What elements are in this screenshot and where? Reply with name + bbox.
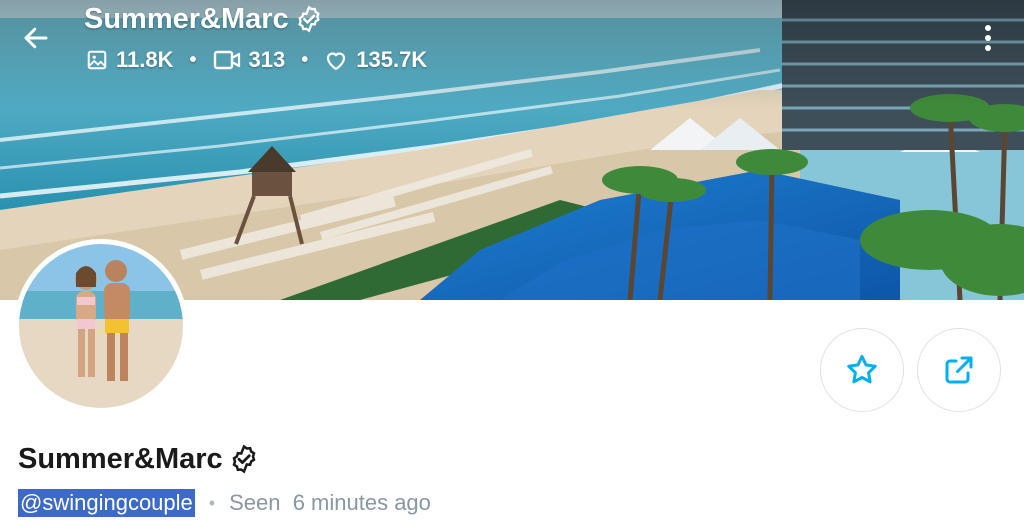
stat-likes: 135.7K <box>324 47 427 73</box>
avatar[interactable] <box>16 241 186 411</box>
stat-likes-count: 135.7K <box>356 47 428 72</box>
profile-name: Summer&Marc <box>18 440 259 478</box>
stat-separator: • <box>189 48 197 71</box>
avatar-image <box>16 241 186 411</box>
verified-badge-icon <box>297 5 320 33</box>
header-stats: 11.8K • 313 • 135.7K <box>86 44 427 76</box>
heart-icon <box>327 52 346 71</box>
stat-videos-count: 313 <box>248 47 286 72</box>
last-seen-text: Seen 6 minutes ago <box>229 490 431 515</box>
stat-separator: • <box>301 48 309 71</box>
star-icon <box>847 355 877 384</box>
profile-name-text: Summer&Marc <box>18 442 223 475</box>
back-button[interactable] <box>18 20 54 56</box>
more-vertical-icon <box>985 25 991 51</box>
meta-separator: • <box>208 492 216 513</box>
video-icon <box>213 50 240 70</box>
image-icon <box>87 50 107 70</box>
stat-photos: 11.8K <box>86 47 174 73</box>
add-to-favorites-button[interactable] <box>820 328 904 412</box>
verified-badge-icon <box>232 444 256 474</box>
stat-videos: 313 <box>213 47 286 73</box>
arrow-left-icon <box>24 27 48 49</box>
username-handle[interactable]: @swingingcouple <box>18 489 195 517</box>
header-title-text: Summer&Marc <box>84 2 289 35</box>
profile-meta: @swingingcouple • Seen 6 minutes ago <box>18 486 431 520</box>
share-icon <box>945 356 973 384</box>
more-options-button[interactable] <box>970 18 1006 58</box>
share-button[interactable] <box>917 328 1001 412</box>
stat-photos-count: 11.8K <box>116 47 174 72</box>
header-title: Summer&Marc <box>84 2 323 36</box>
